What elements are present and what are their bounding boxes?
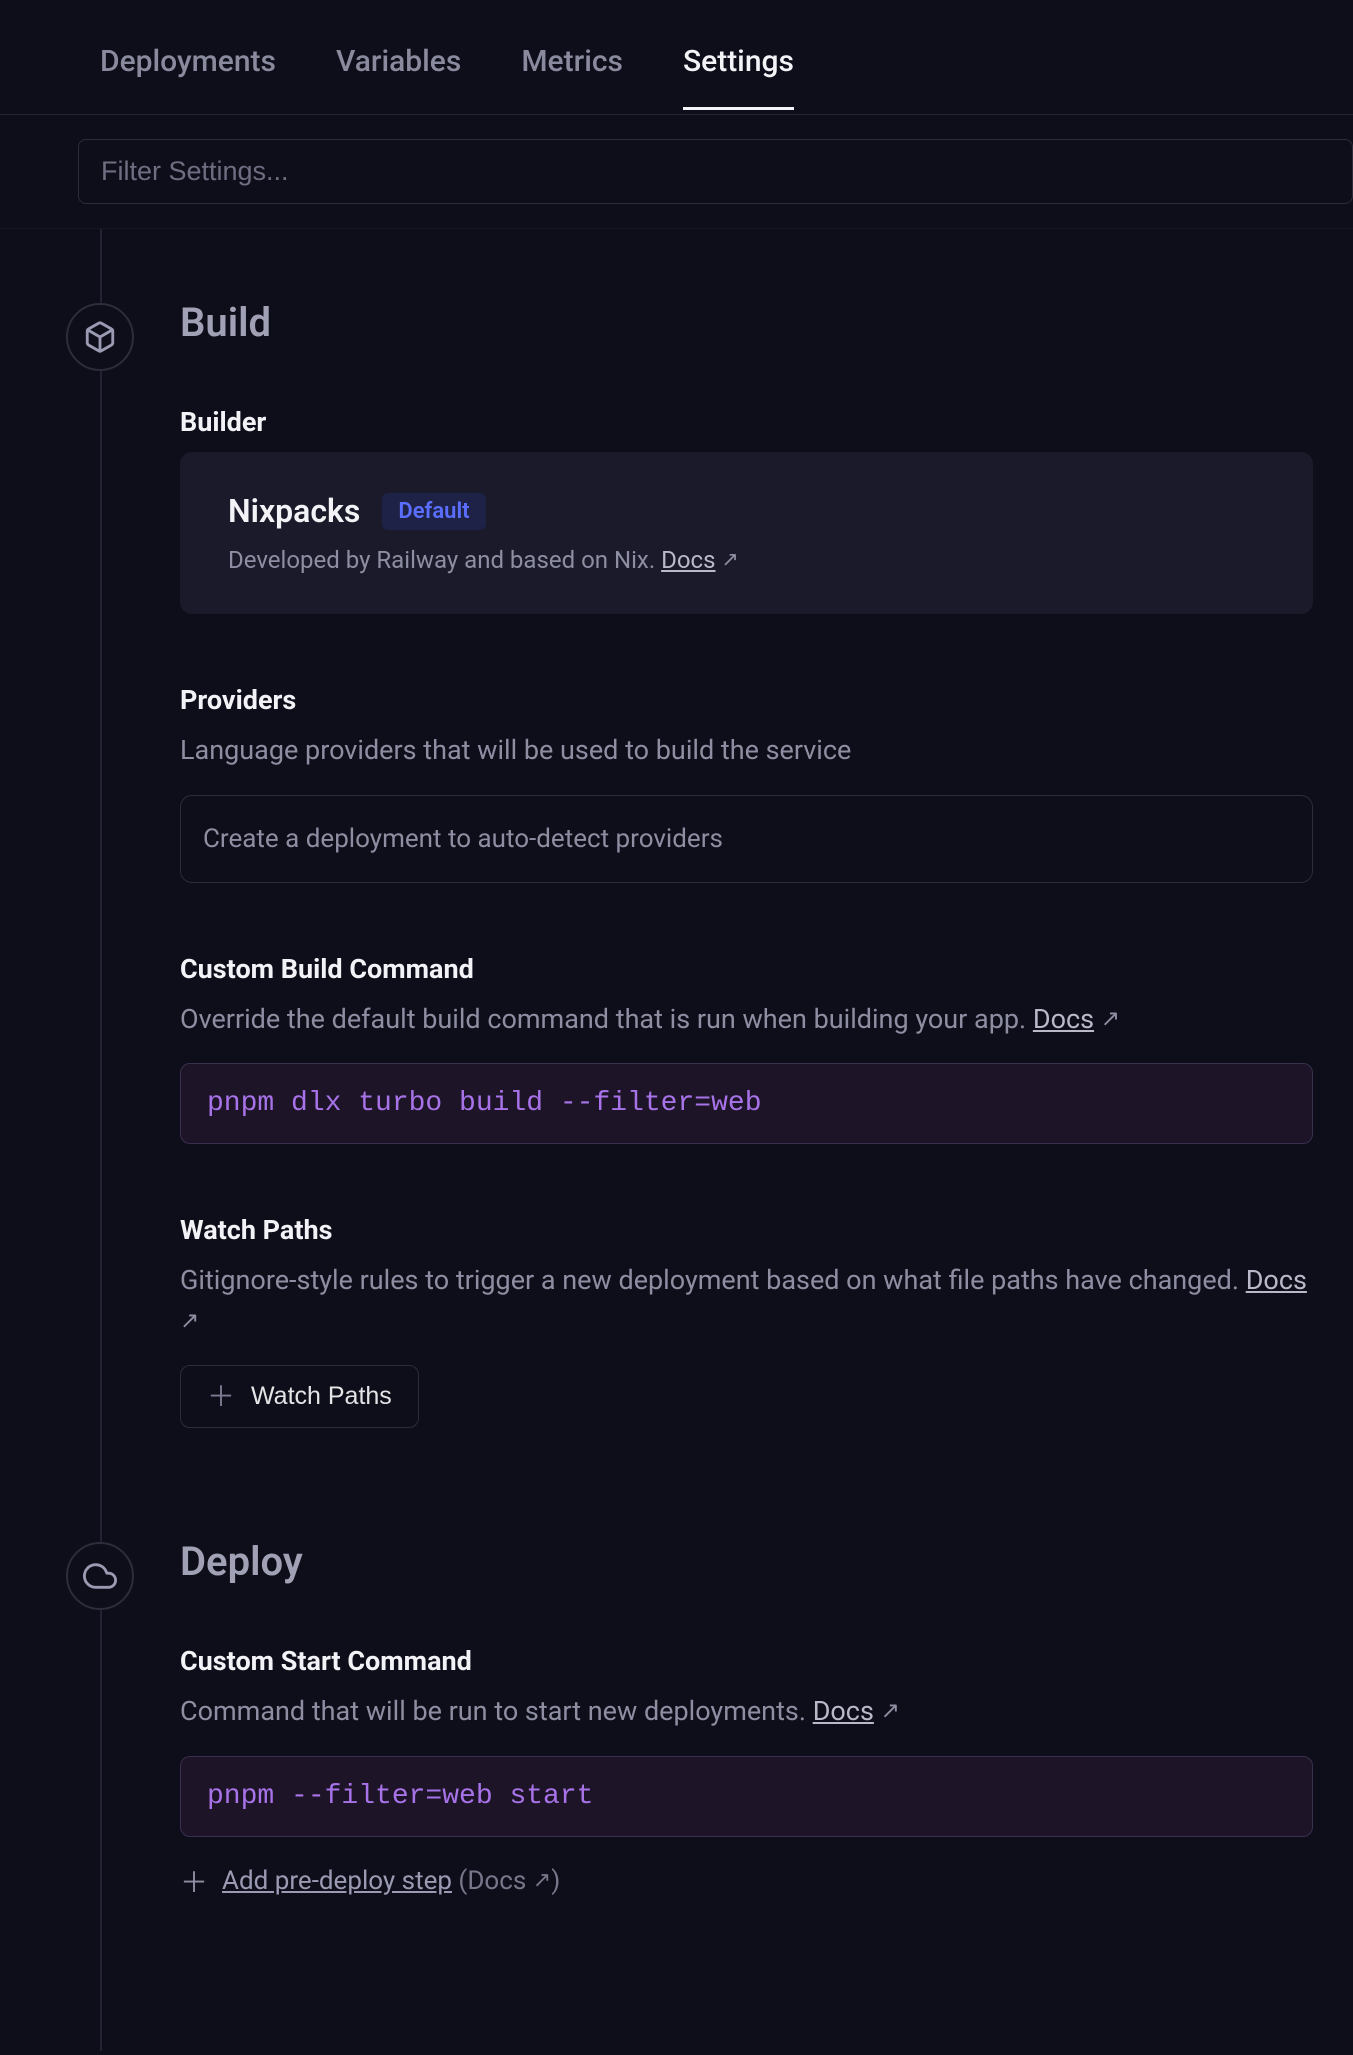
custom-build-docs-link[interactable]: Docs [1033, 1003, 1094, 1035]
deploy-title: Deploy [180, 1538, 1313, 1585]
builder-docs-link[interactable]: Docs [661, 546, 715, 574]
filter-bar [0, 115, 1353, 229]
tabs-bar: Deployments Variables Metrics Settings [0, 0, 1353, 115]
build-title: Build [180, 299, 1313, 346]
watch-paths-desc: Gitignore-style rules to trigger a new d… [180, 1260, 1313, 1341]
custom-build-heading: Custom Build Command [180, 953, 1313, 985]
watch-paths-desc-text: Gitignore-style rules to trigger a new d… [180, 1264, 1246, 1296]
external-link-icon: ↗ [1101, 1002, 1120, 1036]
external-link-icon: ↗ [881, 1694, 900, 1728]
pre-deploy-paren-open: ( [452, 1866, 467, 1896]
tab-variables[interactable]: Variables [336, 44, 461, 110]
builder-name: Nixpacks [228, 492, 360, 530]
external-link-icon: ↗ [721, 547, 738, 571]
providers-subsection: Providers Language providers that will b… [180, 684, 1313, 883]
tab-metrics[interactable]: Metrics [521, 44, 623, 110]
providers-heading: Providers [180, 684, 1313, 716]
pre-deploy-paren-close: ) [551, 1866, 560, 1896]
section-build: Build Builder Nixpacks Default Developed… [0, 279, 1353, 1518]
settings-content: Build Builder Nixpacks Default Developed… [0, 229, 1353, 2051]
external-link-icon: ↗ [533, 1867, 552, 1893]
tab-deployments[interactable]: Deployments [100, 44, 276, 110]
pre-deploy-docs-link[interactable]: Docs [467, 1866, 526, 1896]
builder-desc-text: Developed by Railway and based on Nix. [228, 546, 661, 574]
default-badge: Default [382, 493, 485, 530]
builder-heading: Builder [180, 406, 1313, 438]
cube-icon [66, 303, 134, 371]
watch-paths-subsection: Watch Paths Gitignore-style rules to tri… [180, 1214, 1313, 1428]
plus-icon: ＋ [207, 1383, 235, 1411]
builder-desc: Developed by Railway and based on Nix. D… [228, 546, 1265, 574]
custom-start-desc-text: Command that will be run to start new de… [180, 1695, 813, 1727]
builder-row: Nixpacks Default [228, 492, 1265, 530]
custom-start-command-input[interactable] [180, 1756, 1313, 1837]
custom-build-desc: Override the default build command that … [180, 999, 1313, 1040]
pre-deploy-row: ＋ Add pre-deploy step (Docs ↗) [180, 1861, 1313, 1901]
custom-build-command-input[interactable] [180, 1063, 1313, 1144]
custom-start-heading: Custom Start Command [180, 1645, 1313, 1677]
custom-start-subsection: Custom Start Command Command that will b… [180, 1645, 1313, 1901]
custom-start-desc: Command that will be run to start new de… [180, 1691, 1313, 1732]
custom-build-desc-text: Override the default build command that … [180, 1003, 1033, 1035]
filter-settings-input[interactable] [78, 139, 1353, 204]
watch-paths-heading: Watch Paths [180, 1214, 1313, 1246]
watch-paths-button[interactable]: ＋ Watch Paths [180, 1365, 419, 1428]
custom-build-subsection: Custom Build Command Override the defaul… [180, 953, 1313, 1145]
providers-empty-box: Create a deployment to auto-detect provi… [180, 795, 1313, 883]
providers-desc: Language providers that will be used to … [180, 730, 1313, 771]
custom-start-docs-link[interactable]: Docs [813, 1695, 874, 1727]
add-pre-deploy-link[interactable]: Add pre-deploy step [222, 1866, 452, 1896]
cloud-icon [66, 1542, 134, 1610]
external-link-icon: ↗ [180, 1304, 199, 1338]
builder-card[interactable]: Nixpacks Default Developed by Railway an… [180, 452, 1313, 614]
plus-icon: ＋ [180, 1861, 208, 1901]
watch-paths-docs-link[interactable]: Docs [1246, 1264, 1307, 1296]
watch-paths-button-label: Watch Paths [251, 1382, 392, 1411]
section-deploy: Deploy Custom Start Command Command that… [0, 1518, 1353, 1971]
tab-settings[interactable]: Settings [683, 44, 794, 110]
builder-subsection: Builder Nixpacks Default Developed by Ra… [180, 406, 1313, 614]
